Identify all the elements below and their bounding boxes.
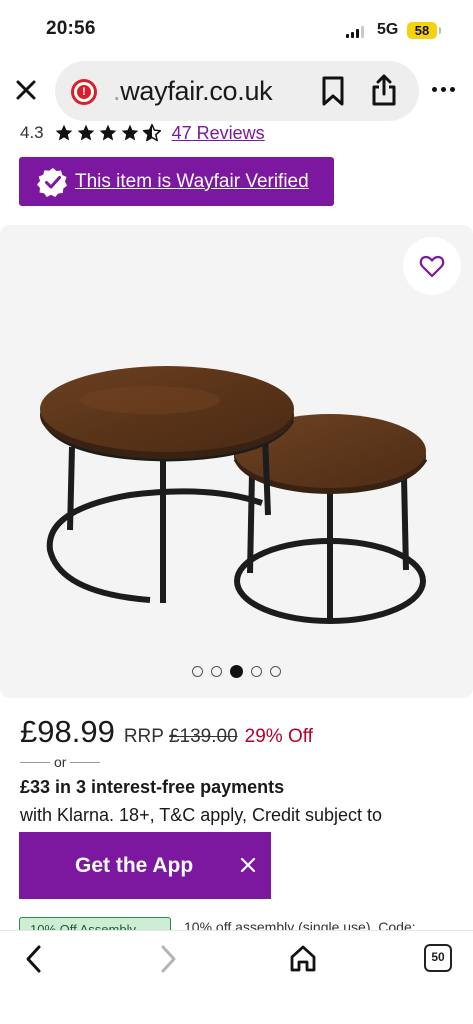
site-warning-icon[interactable]: ! <box>71 79 97 105</box>
nesting-coffee-tables-image <box>40 366 428 624</box>
signal-icon <box>346 26 364 38</box>
status-bar: 20:56 5G 58 <box>0 0 473 58</box>
share-icon[interactable] <box>369 73 399 107</box>
star-partial-icon <box>142 123 161 142</box>
carousel-dot[interactable] <box>270 666 281 677</box>
klarna-payment-terms: with Klarna. 18+, T&C apply, Credit subj… <box>20 805 383 825</box>
reviews-link[interactable]: 47 Reviews <box>172 123 265 144</box>
favorite-heart-icon[interactable] <box>403 237 461 295</box>
url-domain: wayfair.co.uk <box>120 76 273 106</box>
carousel-dot[interactable] <box>211 666 222 677</box>
star-icon <box>99 124 116 141</box>
more-options-icon[interactable] <box>432 82 458 96</box>
price-row: £98.99 RRP £139.00 29% Off <box>20 714 313 750</box>
battery-icon: 58 <box>407 22 441 39</box>
tabs-count-icon[interactable]: 50 <box>424 944 452 972</box>
home-icon[interactable] <box>288 943 318 975</box>
or-text: or <box>54 754 67 770</box>
get-the-app-label: Get the App <box>75 853 194 877</box>
rating-row: 4.3 47 Reviews <box>20 120 265 146</box>
verified-text: This item is Wayfair Verified <box>75 170 309 192</box>
rating-value: 4.3 <box>20 123 44 142</box>
rrp-label: RRP <box>123 726 164 747</box>
carousel-dot[interactable] <box>192 666 203 677</box>
carousel-dots[interactable] <box>0 665 473 678</box>
discount-badge: 29% Off <box>244 726 313 747</box>
get-the-app-banner[interactable]: Get the App <box>19 832 271 899</box>
verified-check-icon <box>37 167 67 197</box>
product-image-gallery[interactable] <box>0 225 473 698</box>
browser-toolbar: ! .wayfair.co.uk <box>0 58 473 124</box>
url-text[interactable]: .wayfair.co.uk <box>113 76 273 107</box>
rrp-price: £139.00 <box>168 726 238 747</box>
carousel-dot[interactable] <box>251 666 262 677</box>
star-icon <box>121 124 138 141</box>
klarna-payment-title: £33 in 3 interest-free payments <box>20 777 285 797</box>
forward-arrow-icon[interactable] <box>154 943 182 975</box>
carousel-dot-active[interactable] <box>230 665 243 678</box>
assembly-promo-row: 10% Off Assembly 10% off assembly (singl… <box>19 917 473 931</box>
back-arrow-icon[interactable] <box>20 943 48 975</box>
status-time: 20:56 <box>46 18 96 39</box>
or-divider: or <box>20 754 101 770</box>
star-icon <box>55 124 72 141</box>
assembly-promo-badge: 10% Off Assembly <box>19 917 171 931</box>
wayfair-verified-badge[interactable]: This item is Wayfair Verified <box>19 157 334 206</box>
close-icon[interactable] <box>239 856 257 874</box>
star-rating <box>54 123 162 143</box>
address-bar[interactable]: ! .wayfair.co.uk <box>55 61 419 121</box>
close-icon[interactable] <box>10 74 42 106</box>
star-icon <box>77 124 94 141</box>
network-type: 5G <box>377 21 399 38</box>
browser-bottom-toolbar: 50 <box>0 930 473 1024</box>
sale-price: £98.99 <box>20 714 115 749</box>
divider-line <box>70 761 101 763</box>
divider-line <box>20 761 50 763</box>
bookmark-icon[interactable] <box>319 75 347 107</box>
